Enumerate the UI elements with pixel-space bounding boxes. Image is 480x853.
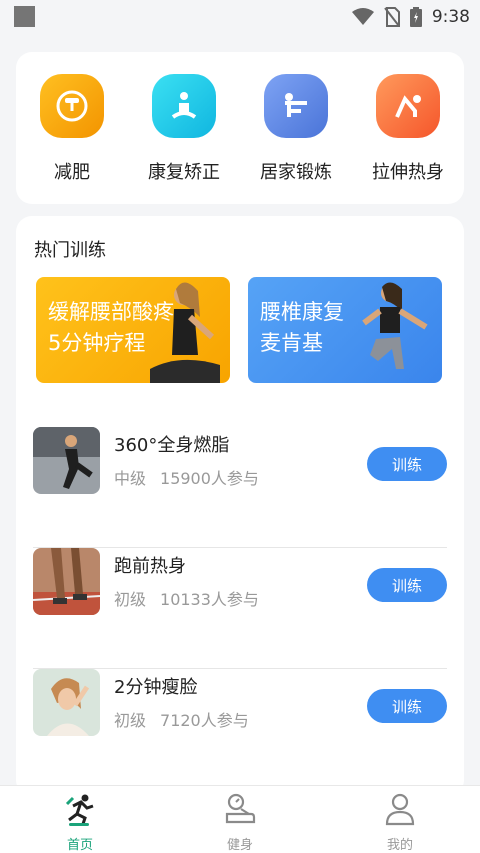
- category-card: 减肥 康复矫正 居家锻炼 拉伸热身: [16, 52, 464, 204]
- list-item[interactable]: 跑前热身 初级 10133人参与 训练: [33, 548, 447, 669]
- workout-meta: 中级 15900人参与: [114, 465, 259, 489]
- train-button[interactable]: 训练: [367, 447, 447, 481]
- scale-icon: [225, 793, 256, 824]
- workout-title: 跑前热身: [114, 556, 186, 577]
- tab-home[interactable]: 首页: [0, 786, 160, 853]
- user-icon: [385, 793, 415, 826]
- workout-level: 初级: [114, 590, 147, 609]
- exercise-icon: [264, 74, 328, 138]
- tab-label: 健身: [226, 838, 253, 853]
- banner-text: 缓解腰部酸疼 5分钟疗程: [48, 300, 174, 355]
- hot-training-card: 热门训练 缓解腰部酸疼 5分钟疗程 腰椎康复 麦肯基 360°全身燃脂 中级 1…: [16, 216, 464, 796]
- workout-participants: 7120人参与: [160, 711, 249, 730]
- workout-level: 中级: [114, 469, 147, 488]
- woman-lunge-image: [362, 282, 428, 369]
- workout-title: 2分钟瘦脸: [114, 677, 198, 698]
- category-label: 康复矫正: [148, 162, 220, 183]
- tab-label: 首页: [66, 838, 93, 853]
- banner-text: 腰椎康复 麦肯基: [260, 300, 344, 355]
- train-button[interactable]: 训练: [367, 689, 447, 723]
- meditation-icon: [152, 74, 216, 138]
- workout-meta: 初级 7120人参与: [114, 707, 249, 731]
- workout-thumbnail: [33, 427, 100, 494]
- category-stretch[interactable]: 拉伸热身: [352, 74, 464, 184]
- scale-icon: [40, 74, 104, 138]
- banner-back-pain[interactable]: 缓解腰部酸疼 5分钟疗程: [36, 277, 230, 383]
- tab-mine[interactable]: 我的: [320, 786, 480, 853]
- wifi-icon: [351, 8, 374, 25]
- workout-thumbnail: [33, 669, 100, 736]
- no-sim-icon: [384, 7, 400, 27]
- workout-level: 初级: [114, 711, 147, 730]
- category-home-workout[interactable]: 居家锻炼: [240, 74, 352, 184]
- category-rehab[interactable]: 康复矫正: [128, 74, 240, 184]
- list-item[interactable]: 2分钟瘦脸 初级 7120人参与 训练: [33, 669, 447, 790]
- category-weight-loss[interactable]: 减肥: [16, 74, 128, 184]
- list-item[interactable]: 360°全身燃脂 中级 15900人参与 训练: [33, 427, 447, 548]
- banner-lumbar-rehab[interactable]: 腰椎康复 麦肯基: [248, 277, 442, 383]
- clock: 9:38: [431, 7, 470, 27]
- workout-thumbnail: [33, 548, 100, 615]
- workout-meta: 初级 10133人参与: [114, 586, 259, 610]
- runner-icon: [65, 794, 94, 826]
- tab-fitness[interactable]: 健身: [160, 786, 320, 853]
- workout-participants: 10133人参与: [160, 590, 259, 609]
- tab-label: 我的: [386, 838, 413, 853]
- section-title: 热门训练: [34, 240, 106, 261]
- workout-participants: 15900人参与: [160, 469, 259, 488]
- stretch-icon: [376, 74, 440, 138]
- bottom-tab-bar: 首页 健身 我的: [0, 785, 480, 853]
- notification-icon: [14, 6, 35, 27]
- category-label: 居家锻炼: [260, 162, 332, 183]
- category-label: 减肥: [54, 162, 90, 183]
- workout-title: 360°全身燃脂: [114, 435, 230, 456]
- status-bar: 9:38: [0, 0, 480, 34]
- category-label: 拉伸热身: [372, 162, 444, 183]
- battery-icon: [409, 7, 422, 27]
- train-button[interactable]: 训练: [367, 568, 447, 602]
